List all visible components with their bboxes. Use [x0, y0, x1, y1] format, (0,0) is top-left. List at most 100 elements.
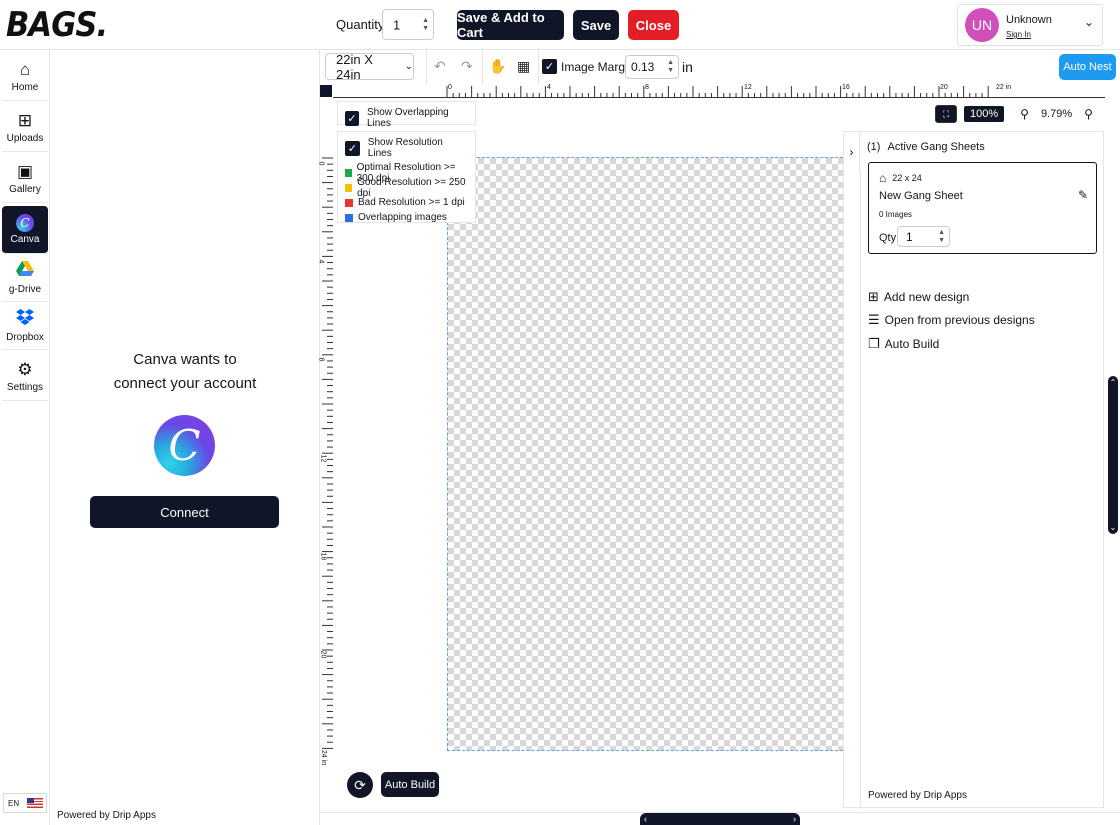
- undo-icon[interactable]: ↶: [434, 58, 446, 75]
- sheet-size-select[interactable]: 22in X 24in ⌄: [325, 51, 414, 82]
- ruler-h-label: 16: [842, 84, 850, 91]
- refresh-icon[interactable]: ⟳: [347, 772, 373, 798]
- vertical-ruler-ticks: [322, 157, 333, 749]
- canva-message-line1: Canva wants to: [133, 351, 237, 368]
- add-new-design-action[interactable]: ⊞ Add new design: [868, 289, 969, 305]
- sidebar-item-label: Canva: [10, 234, 40, 245]
- gang-sheets-panel: › (1) Active Gang Sheets ⌂ 22 x 24 New G…: [843, 131, 1104, 809]
- powered-by-brand[interactable]: Drip Apps: [113, 810, 156, 821]
- ruler-h-label: 4: [547, 84, 551, 91]
- sheet-qty-stepper[interactable]: 1 ▲ ▼: [897, 226, 950, 247]
- powered-by-prefix: Powered by: [868, 790, 921, 801]
- sheet-qty-value: 1: [906, 229, 913, 244]
- overlapping-checkbox[interactable]: ✓: [345, 110, 359, 126]
- zoom-out-icon[interactable]: ⚲: [1020, 107, 1029, 121]
- sidebar-item-label: Gallery: [9, 184, 41, 195]
- stepper-arrows-icon[interactable]: ▲ ▼: [667, 59, 674, 75]
- resolution-lines-panel: ✓ Show Resolution Lines Optimal Resoluti…: [337, 131, 476, 223]
- ruler-corner: [320, 85, 332, 97]
- quantity-stepper[interactable]: 1 ▲ ▼: [382, 9, 434, 40]
- legend-label: Bad Resolution >= 1 dpi: [358, 197, 465, 208]
- sidebar-item-label: Home: [11, 82, 39, 93]
- edit-icon[interactable]: ✎: [1078, 188, 1088, 202]
- gang-sheets-count: (1): [867, 141, 881, 153]
- ruler-h-label: 20: [940, 84, 948, 91]
- zoom-in-icon[interactable]: ⚲: [1084, 107, 1093, 121]
- sidebar-item-label: Settings: [6, 382, 44, 393]
- upload-icon: ⊞: [17, 111, 33, 130]
- home-icon: ⌂: [19, 60, 31, 79]
- grid-icon[interactable]: ▦: [517, 58, 530, 75]
- stepper-arrows-icon[interactable]: ▲ ▼: [422, 17, 429, 33]
- top-bar: Quantity: 1 ▲ ▼ Save & Add to Cart Save C…: [320, 0, 1120, 50]
- canvas-toolbar: 22in X 24in ⌄ ↶ ↷ ✋ ▦ ✓ Image Margin 0.1…: [320, 50, 1120, 84]
- ruler-h-label: 22 in: [996, 84, 1012, 91]
- sidebar-item-label: Dropbox: [6, 331, 44, 343]
- gang-sheet-canvas[interactable]: [447, 157, 858, 751]
- sidebar-item-label: Uploads: [6, 133, 44, 144]
- image-margin-checkbox[interactable]: ✓: [542, 59, 557, 74]
- chevron-left-icon[interactable]: ‹: [644, 814, 647, 824]
- gallery-icon: ▣: [16, 162, 34, 181]
- ruler-h-label: 8: [645, 84, 649, 91]
- sheet-size-value: 22in X 24in: [336, 51, 373, 82]
- open-previous-designs-action[interactable]: ☰ Open from previous designs: [868, 312, 1035, 328]
- chevron-down-icon[interactable]: ⌄: [1084, 15, 1094, 29]
- sidebar-item-gallery[interactable]: ▣ Gallery: [2, 155, 48, 203]
- gang-sheet-card[interactable]: ⌂ 22 x 24 New Gang Sheet ✎ 0 Images Qty:…: [868, 162, 1097, 254]
- gear-icon: ⚙: [17, 360, 33, 379]
- image-margin-label: Image Margin: [561, 60, 635, 74]
- dropbox-icon: [16, 308, 34, 330]
- language-selector[interactable]: EN: [3, 793, 47, 813]
- user-name: Unknown: [1006, 14, 1052, 26]
- connect-button[interactable]: Connect: [90, 496, 279, 528]
- chevron-right-icon[interactable]: ›: [844, 132, 860, 172]
- open-previous-icon: ☰: [868, 312, 880, 327]
- quantity-value: 1: [393, 17, 401, 32]
- horizontal-scrollbar[interactable]: ‹ ›: [640, 813, 800, 825]
- logo-text: BAGS.: [6, 5, 108, 45]
- chevron-right-icon[interactable]: ›: [793, 814, 796, 824]
- legend-good: Good Resolution >= 250 dpi: [345, 177, 468, 199]
- brand-logo[interactable]: BAGS.: [0, 0, 320, 50]
- sidebar-item-canva[interactable]: C Canva: [2, 206, 48, 254]
- vertical-scrollbar[interactable]: ⌃ ⌄: [1108, 376, 1118, 534]
- chevron-down-icon[interactable]: ⌄: [1110, 523, 1117, 532]
- sign-in-link[interactable]: Sign In: [1006, 30, 1031, 39]
- sheet-name: New Gang Sheet: [879, 190, 963, 202]
- resolution-label: Show Resolution Lines: [367, 137, 443, 159]
- canva-panel: Canva wants to connect your account C Co…: [50, 50, 320, 825]
- overlapping-lines-toggle[interactable]: ✓ Show Overlapping Lines: [337, 101, 476, 129]
- powered-by-brand[interactable]: Drip Apps: [924, 790, 967, 801]
- save-button[interactable]: Save: [573, 10, 619, 40]
- auto-build-button[interactable]: Auto Build: [381, 772, 439, 797]
- save-add-to-cart-button[interactable]: Save & Add to Cart: [457, 10, 564, 40]
- auto-nest-button[interactable]: Auto Nest: [1059, 54, 1116, 80]
- action-label: Add new design: [883, 290, 970, 304]
- user-menu[interactable]: UN Unknown Sign In ⌄: [957, 4, 1103, 46]
- legend-bad: Bad Resolution >= 1 dpi: [345, 195, 468, 210]
- vertical-ruler: 0 4 8 12 16 20 24 in: [317, 98, 333, 768]
- redo-icon[interactable]: ↷: [461, 58, 473, 75]
- stepper-arrows-icon[interactable]: ▲ ▼: [938, 229, 945, 245]
- sidebar-item-dropbox[interactable]: Dropbox: [2, 302, 48, 350]
- overlapping-label: Show Overlapping Lines: [366, 107, 449, 129]
- resolution-checkbox[interactable]: ✓: [345, 140, 360, 156]
- action-label: Auto Build: [884, 337, 940, 351]
- auto-build-action[interactable]: ❐ Auto Build: [868, 336, 939, 352]
- sidebar-item-home[interactable]: ⌂ Home: [2, 53, 48, 101]
- powered-by-prefix: Powered by: [57, 810, 110, 821]
- fit-screen-icon[interactable]: ⛶: [935, 105, 957, 123]
- legend-overlapping: Overlapping images: [345, 210, 468, 225]
- chevron-down-icon: ⌄: [404, 61, 413, 72]
- hand-pan-icon[interactable]: ✋: [489, 58, 506, 75]
- image-margin-input[interactable]: 0.13 ▲ ▼: [625, 55, 679, 79]
- image-margin-value: 0.13: [631, 60, 655, 74]
- zoom-fit-button[interactable]: 100%: [964, 106, 1005, 122]
- sidebar-item-settings[interactable]: ⚙ Settings: [2, 353, 48, 401]
- sidebar-item-gdrive[interactable]: g-Drive: [2, 254, 48, 302]
- language-code: EN: [8, 798, 20, 808]
- close-button[interactable]: Close: [628, 10, 679, 40]
- chevron-up-icon[interactable]: ⌃: [1110, 378, 1117, 387]
- sidebar-item-uploads[interactable]: ⊞ Uploads: [2, 104, 48, 152]
